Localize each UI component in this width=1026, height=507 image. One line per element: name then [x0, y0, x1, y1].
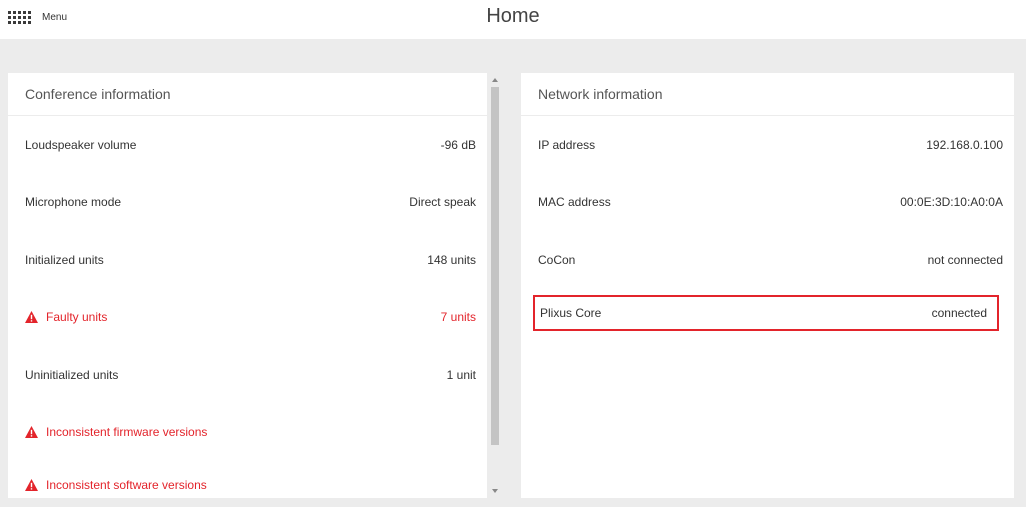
row-label: Inconsistent software versions — [46, 478, 207, 492]
ip-address-row: IP address 192.168.0.100 — [521, 116, 1014, 174]
warning-icon — [25, 311, 38, 324]
row-label: IP address — [538, 137, 596, 152]
conference-scrollbar[interactable] — [489, 73, 500, 498]
faulty-units-row[interactable]: Faulty units 7 units — [8, 289, 487, 347]
row-value: 7 units — [440, 310, 476, 325]
row-value: 00:0E:3D:10:A0:0A — [900, 195, 1003, 210]
row-label: Inconsistent firmware versions — [46, 425, 208, 440]
warning-icon — [25, 479, 38, 491]
row-label: Loudspeaker volume — [25, 137, 137, 152]
software-label-wrap: Inconsistent software versions — [25, 478, 207, 492]
row-value: Direct speak — [409, 195, 476, 210]
uninitialized-units-row: Uninitialized units 1 unit — [8, 346, 487, 404]
mac-address-row: MAC address 00:0E:3D:10:A0:0A — [521, 174, 1014, 232]
row-label: Faulty units — [46, 310, 108, 325]
row-label: Microphone mode — [25, 195, 122, 210]
initialized-units-row: Initialized units 148 units — [8, 231, 487, 289]
row-label: Plixus Core — [540, 306, 602, 320]
microphone-mode-row: Microphone mode Direct speak — [8, 174, 487, 232]
row-value: connected — [931, 306, 987, 320]
plixus-core-row: Plixus Core connected — [533, 295, 999, 331]
faulty-units-label-wrap: Faulty units — [25, 310, 107, 324]
row-label: Uninitialized units — [25, 367, 119, 382]
inconsistent-firmware-row[interactable]: Inconsistent firmware versions — [8, 404, 487, 462]
cocon-row: CoCon not connected — [521, 231, 1014, 289]
row-label: Initialized units — [25, 252, 104, 267]
conference-information-panel: Conference information Loudspeaker volum… — [8, 73, 487, 498]
top-bar: Menu Home — [0, 0, 1026, 39]
warning-icon — [25, 426, 38, 439]
firmware-label-wrap: Inconsistent firmware versions — [25, 425, 207, 439]
row-value: -96 dB — [440, 137, 476, 152]
inconsistent-software-row[interactable]: Inconsistent software versions — [8, 461, 487, 498]
row-value: 1 unit — [446, 367, 476, 382]
scroll-down-icon[interactable] — [492, 489, 498, 493]
scroll-thumb[interactable] — [491, 87, 499, 445]
page-title: Home — [486, 5, 540, 27]
network-information-panel: Network information IP address 192.168.0… — [521, 73, 1014, 498]
row-value: not connected — [927, 252, 1003, 267]
loudspeaker-volume-row: Loudspeaker volume -96 dB — [8, 116, 487, 174]
scroll-up-icon[interactable] — [492, 78, 498, 82]
row-label: MAC address — [538, 195, 611, 210]
network-panel-title: Network information — [521, 73, 1014, 116]
row-label: CoCon — [538, 252, 576, 267]
row-value: 192.168.0.100 — [926, 137, 1003, 152]
conference-panel-title: Conference information — [8, 73, 487, 116]
row-value: 148 units — [427, 252, 476, 267]
